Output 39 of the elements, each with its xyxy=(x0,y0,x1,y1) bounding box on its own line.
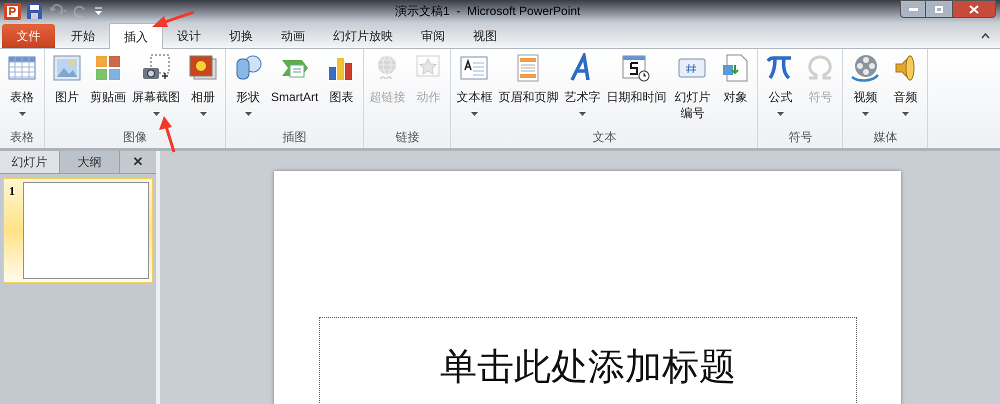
ribbon-button[interactable]: SmartArt xyxy=(268,53,322,128)
ribbon-button[interactable]: 页眉和页脚 xyxy=(495,53,562,128)
group-label: 图像 xyxy=(123,129,147,146)
title-placeholder[interactable]: 单击此处添加标题 xyxy=(319,317,857,404)
file-tab[interactable]: 文件 xyxy=(2,24,55,48)
ribbon-tab[interactable]: 视图 xyxy=(459,24,511,48)
ribbon-button[interactable]: 形状 xyxy=(228,53,268,128)
ribbon-tab[interactable]: 动画 xyxy=(267,24,319,48)
ribbon-button[interactable]: 图片 xyxy=(47,53,87,128)
ribbon-button[interactable]: 文本框 xyxy=(453,53,496,128)
slide-thumbnail[interactable]: 1 xyxy=(3,178,153,283)
ribbon-tab[interactable]: 设计 xyxy=(163,24,215,48)
ribbon-button[interactable]: 对象 xyxy=(715,53,756,128)
ribbon-button[interactable]: 剪贴画 xyxy=(87,53,129,128)
group-label: 文本 xyxy=(592,129,616,146)
ribbon-button[interactable]: 表格 xyxy=(2,53,42,128)
pane-tab[interactable]: 大纲 xyxy=(60,151,120,173)
ribbon-button[interactable]: 相册 xyxy=(183,53,223,128)
group-label: 表格 xyxy=(10,129,34,146)
ribbon-button[interactable]: 日期和时间 xyxy=(603,53,670,128)
ribbon-tab[interactable]: 开始 xyxy=(57,24,109,48)
ribbon-button[interactable]: 音频 xyxy=(885,53,926,128)
ribbon-tab[interactable]: 切换 xyxy=(215,24,267,48)
ribbon-button[interactable]: 公式 xyxy=(760,53,800,128)
window-title: 演示文稿1 - Microsoft PowerPoint xyxy=(395,3,580,20)
slide-number: 1 xyxy=(8,183,16,200)
group-label: 插图 xyxy=(282,129,307,146)
ribbon-tab[interactable]: 插入 xyxy=(109,23,163,49)
close-pane-button[interactable]: ✕ xyxy=(120,151,156,173)
ribbon-button[interactable]: 幻灯片编号 xyxy=(669,53,716,128)
ribbon-button[interactable]: 艺术字 xyxy=(561,53,604,128)
ribbon-button[interactable]: 视频 xyxy=(845,53,886,128)
ribbon-button[interactable]: 图表 xyxy=(321,53,362,128)
ribbon-tab[interactable]: 幻灯片放映 xyxy=(319,24,407,48)
pane-tab[interactable]: 幻灯片 xyxy=(0,151,60,173)
ribbon-tab[interactable]: 审阅 xyxy=(407,24,459,48)
group-label: 链接 xyxy=(395,129,420,146)
group-label: 符号 xyxy=(788,129,812,146)
group-label: 媒体 xyxy=(873,129,898,146)
